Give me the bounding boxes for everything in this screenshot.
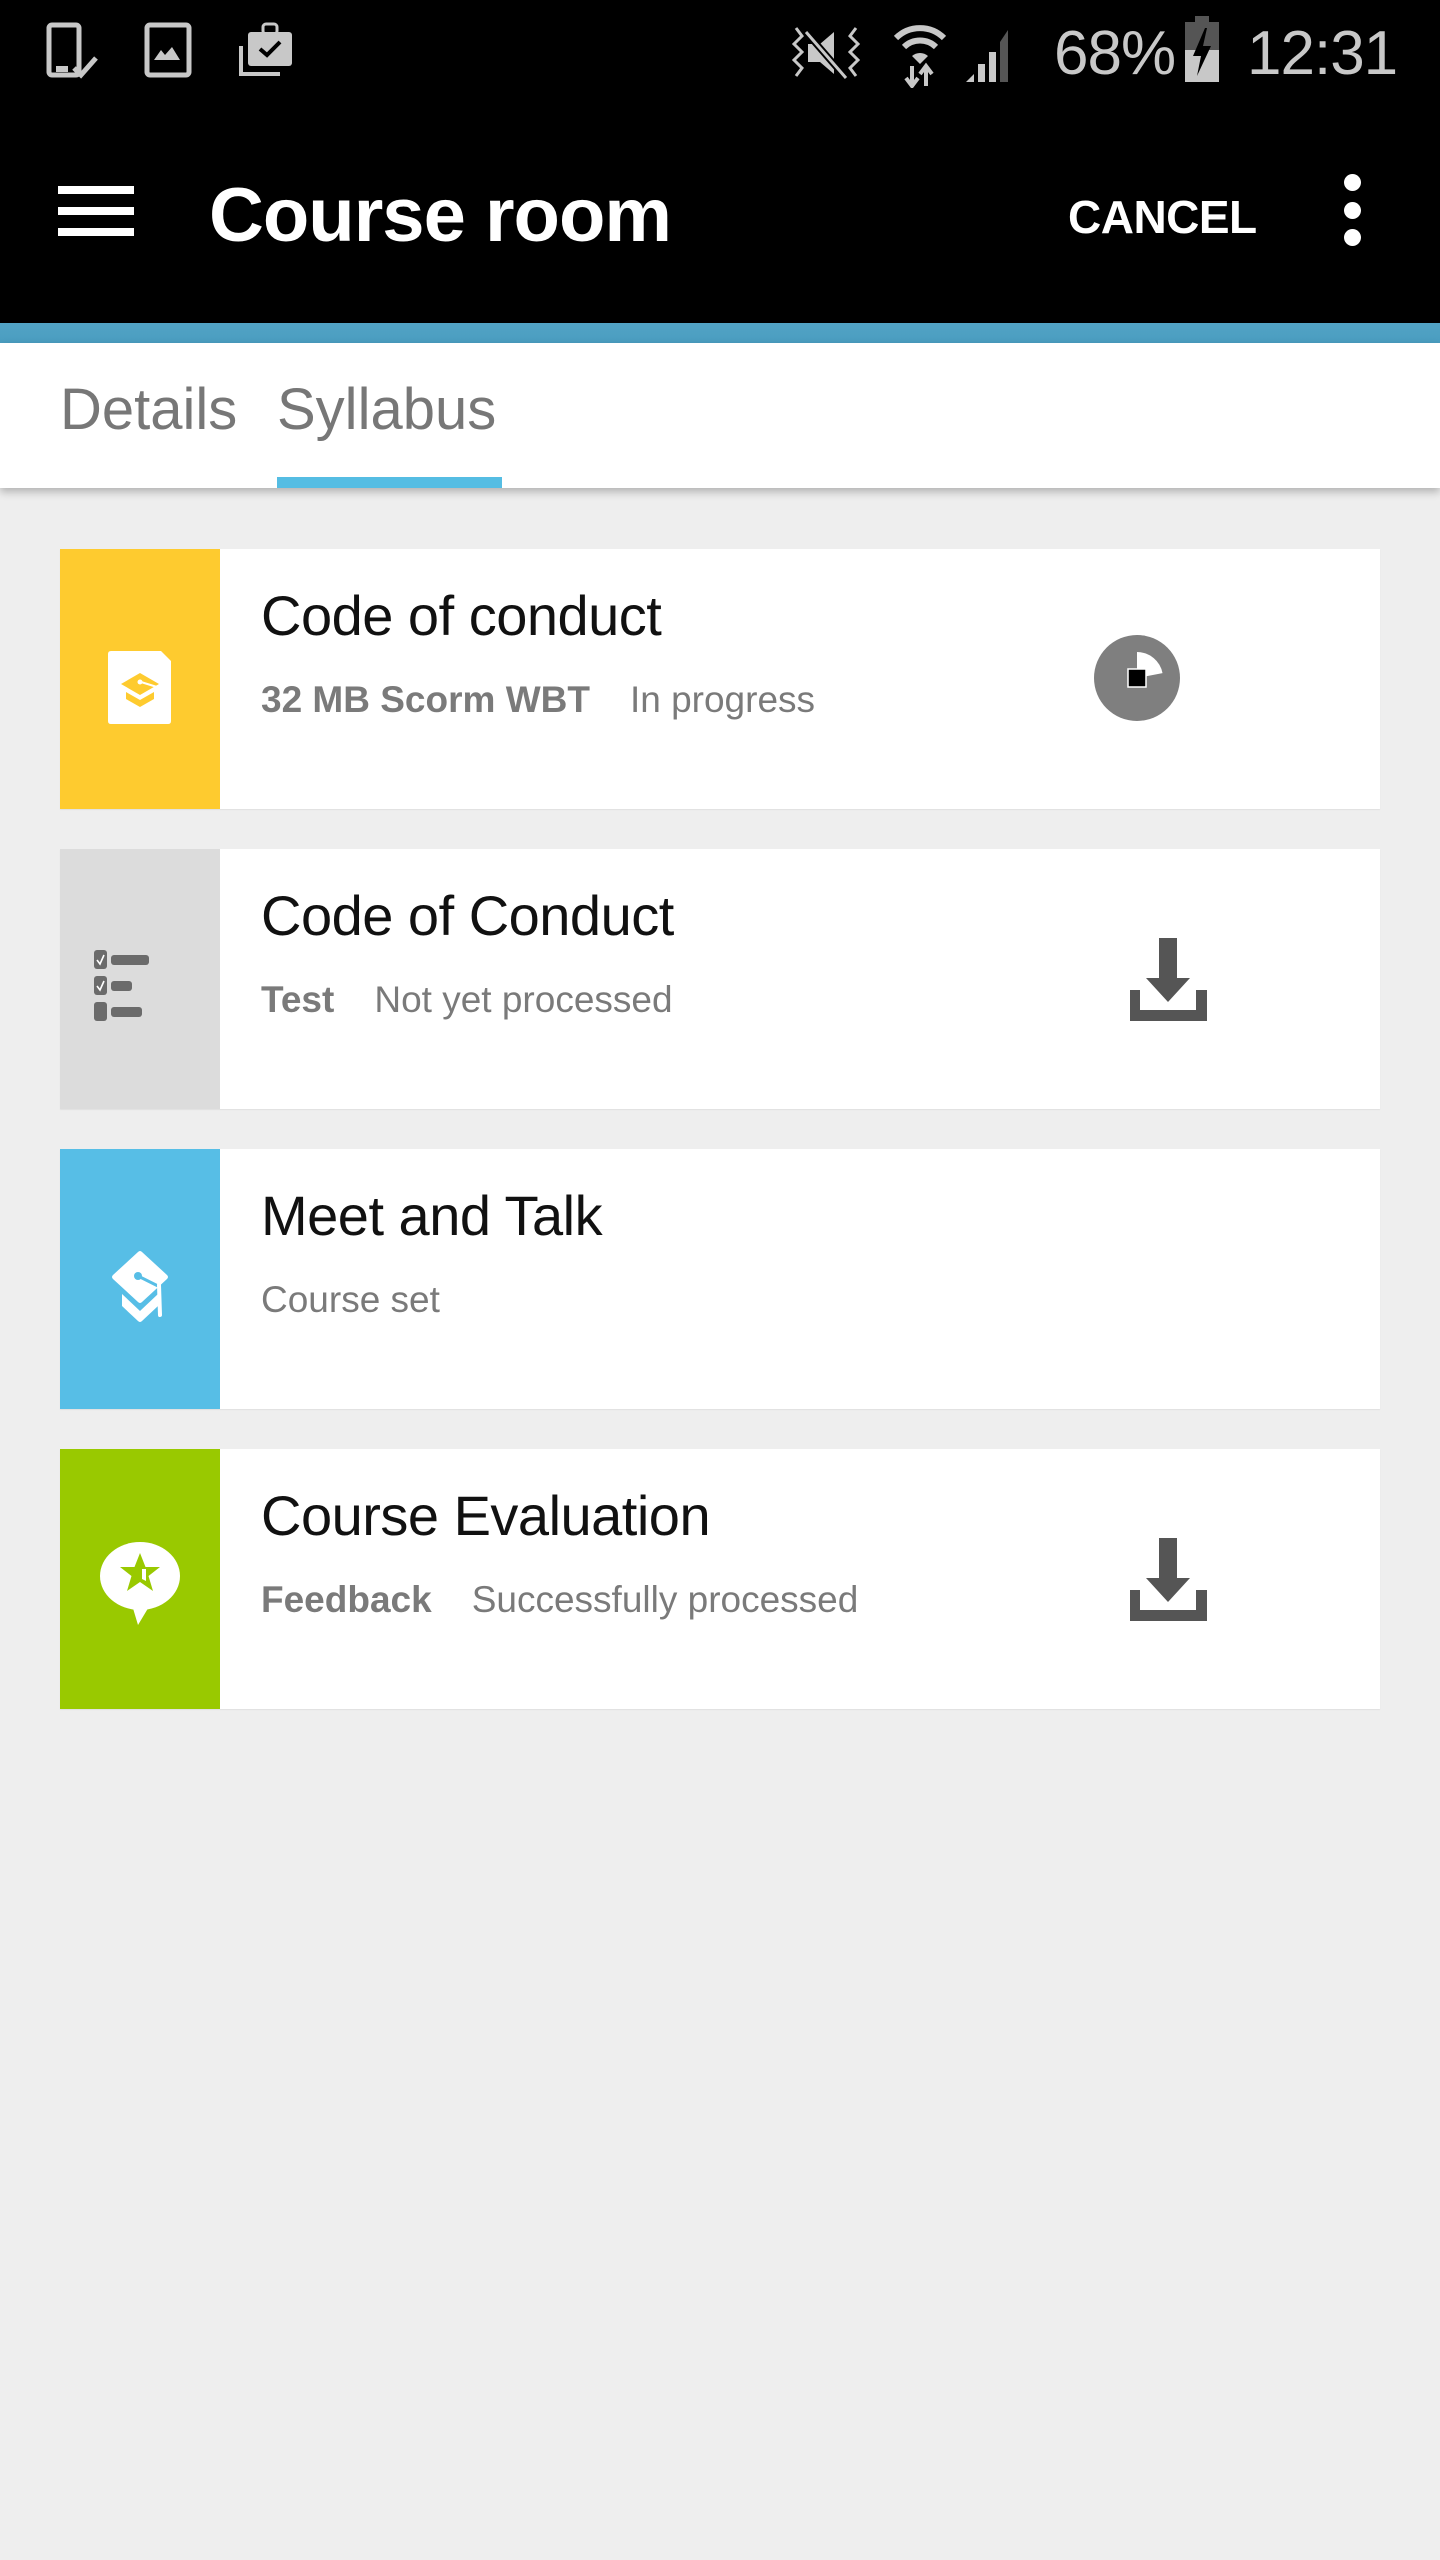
syllabus-item-code-of-conduct-test[interactable]: Code of Conduct Test Not yet processed (60, 849, 1380, 1109)
syllabus-item-meet-and-talk[interactable]: Meet and Talk Course set (60, 1149, 1380, 1409)
mortarboard-icon (112, 1251, 168, 1322)
tab-bar: Details Syllabus (0, 343, 1440, 488)
feedback-star-icon (100, 1542, 180, 1625)
battery-percent: 68% (1054, 19, 1176, 88)
item-type: Test (261, 979, 335, 1020)
card-tile (60, 849, 220, 1109)
cancel-button[interactable]: CANCEL (1058, 182, 1267, 252)
card-tile (60, 549, 220, 809)
status-bar: 68% 12:31 (0, 0, 1440, 110)
card-subtitle: Feedback Successfully processed (261, 1575, 858, 1625)
app-bar: Course room CANCEL (0, 110, 1440, 323)
download-icon[interactable] (1130, 1538, 1208, 1622)
tab-details[interactable]: Details (60, 343, 237, 488)
more-vertical-icon[interactable] (1320, 165, 1384, 275)
briefcase-check-icon (239, 22, 292, 76)
card-title: Code of conduct (261, 584, 662, 647)
card-subtitle: Course set (261, 1275, 440, 1325)
active-tab-indicator (277, 477, 502, 488)
vibrate-mute-icon (791, 27, 861, 81)
item-type: Feedback (261, 1579, 432, 1620)
card-subtitle: 32 MB Scorm WBT In progress (261, 675, 815, 725)
item-status: Not yet processed (374, 979, 673, 1020)
gallery-icon (144, 22, 192, 78)
syllabus-item-code-of-conduct-wbt[interactable]: Code of conduct 32 MB Scorm WBT In progre… (60, 549, 1380, 809)
device-check-icon (46, 22, 98, 79)
item-status: Course set (261, 1279, 440, 1320)
download-icon[interactable] (1130, 938, 1208, 1022)
item-status: Successfully processed (471, 1579, 859, 1620)
card-title: Meet and Talk (261, 1184, 603, 1247)
battery-charging-icon (1185, 16, 1219, 82)
card-title: Code of Conduct (261, 884, 674, 947)
card-subtitle: Test Not yet processed (261, 975, 673, 1025)
syllabus-item-course-evaluation[interactable]: Course Evaluation Feedback Successfully p… (60, 1449, 1380, 1709)
stop-icon (1127, 668, 1147, 688)
clock: 12:31 (1247, 19, 1398, 88)
signal-icon (966, 30, 1008, 82)
page-title: Course room (209, 173, 672, 258)
scorm-document-icon (108, 651, 171, 724)
accent-strip (0, 323, 1440, 343)
item-type: 32 MB Scorm WBT (261, 679, 590, 720)
card-title: Course Evaluation (261, 1484, 711, 1547)
wifi-data-icon (893, 25, 947, 88)
card-tile (60, 1449, 220, 1709)
hamburger-menu-icon[interactable] (46, 170, 146, 260)
download-progress-stop-icon[interactable] (1093, 634, 1183, 724)
card-tile (60, 1149, 220, 1409)
item-status: In progress (629, 679, 816, 720)
tab-syllabus[interactable]: Syllabus (277, 343, 496, 488)
checklist-icon (94, 950, 149, 1021)
